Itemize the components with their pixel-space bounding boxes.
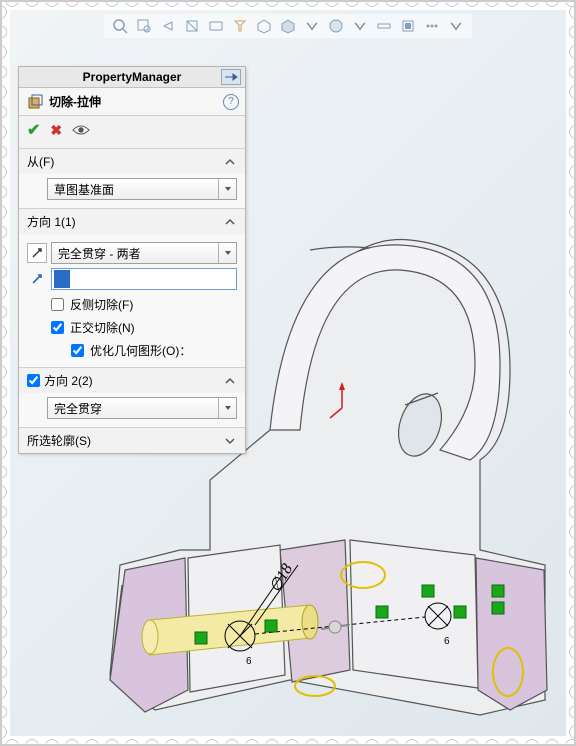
section-header-dir2[interactable]: 方向 2(2) (19, 368, 245, 393)
chevron-up-icon (223, 155, 237, 169)
chevron-down-icon (218, 179, 236, 199)
section-header-from[interactable]: 从(F) (19, 149, 245, 174)
panel-title: PropertyManager (83, 70, 182, 84)
dropdown-value: 完全贯穿 - 两者 (52, 245, 218, 262)
end-condition-dropdown[interactable]: 完全贯穿 - 两者 (51, 242, 237, 264)
section-label: 方向 2(2) (44, 372, 93, 389)
feature-header: 切除-拉伸 ? (19, 88, 245, 116)
selection-chip (54, 270, 70, 288)
direction2-enable-checkbox[interactable] (27, 374, 40, 387)
checkbox[interactable] (71, 344, 84, 357)
ok-button[interactable]: ✔ (27, 120, 40, 140)
section-header-dir1[interactable]: 方向 1(1) (19, 209, 245, 234)
reverse-direction-button[interactable] (27, 243, 47, 263)
cut-extrude-icon (27, 94, 43, 110)
feature-title: 切除-拉伸 (49, 93, 101, 110)
dimension-value: 6 (246, 656, 252, 667)
end-condition2-dropdown[interactable]: 完全贯穿 (47, 397, 237, 419)
direction-arrow-icon[interactable] (27, 272, 47, 286)
cancel-button[interactable]: ✖ (50, 122, 62, 139)
section-direction1: 方向 1(1) 完全贯穿 - 两者 (19, 209, 245, 368)
confirm-row: ✔ ✖ (19, 116, 245, 149)
preview-icon[interactable] (72, 123, 90, 137)
chevron-down-icon (223, 434, 237, 448)
dimension-value: 6 (444, 636, 450, 647)
optimize-geometry-checkbox[interactable]: 优化几何图形(O)： (27, 342, 237, 359)
chevron-up-icon (223, 374, 237, 388)
section-contours: 所选轮廓(S) (19, 428, 245, 453)
dropdown-value: 完全贯穿 (48, 400, 218, 417)
section-label: 所选轮廓(S) (27, 432, 91, 449)
section-from: 从(F) 草图基准面 (19, 149, 245, 209)
checkbox[interactable] (51, 321, 64, 334)
checkbox-label: 正交切除(N) (70, 319, 135, 336)
section-direction2: 方向 2(2) 完全贯穿 (19, 368, 245, 428)
graphics-viewport[interactable]: ∅18 6 6 PropertyManager 切除-拉伸 ? ✔ ✖ (10, 10, 566, 736)
property-manager-panel: PropertyManager 切除-拉伸 ? ✔ ✖ 从(F) (18, 66, 246, 454)
section-label: 从(F) (27, 153, 54, 170)
section-label: 方向 1(1) (27, 213, 76, 230)
normal-cut-checkbox[interactable]: 正交切除(N) (27, 319, 237, 336)
direction-selection-input[interactable] (51, 268, 237, 290)
pin-icon[interactable] (221, 69, 241, 85)
section-header-contours[interactable]: 所选轮廓(S) (19, 428, 245, 453)
checkbox-label: 反侧切除(F) (70, 296, 133, 313)
chevron-down-icon (218, 243, 236, 263)
flip-side-checkbox[interactable]: 反侧切除(F) (27, 296, 237, 313)
checkbox[interactable] (51, 298, 64, 311)
checkbox-label: 优化几何图形(O)： (90, 342, 191, 359)
help-icon[interactable]: ? (223, 94, 239, 110)
dropdown-value: 草图基准面 (48, 181, 218, 198)
from-dropdown[interactable]: 草图基准面 (47, 178, 237, 200)
chevron-up-icon (223, 215, 237, 229)
panel-header: PropertyManager (19, 67, 245, 88)
chevron-down-icon (218, 398, 236, 418)
